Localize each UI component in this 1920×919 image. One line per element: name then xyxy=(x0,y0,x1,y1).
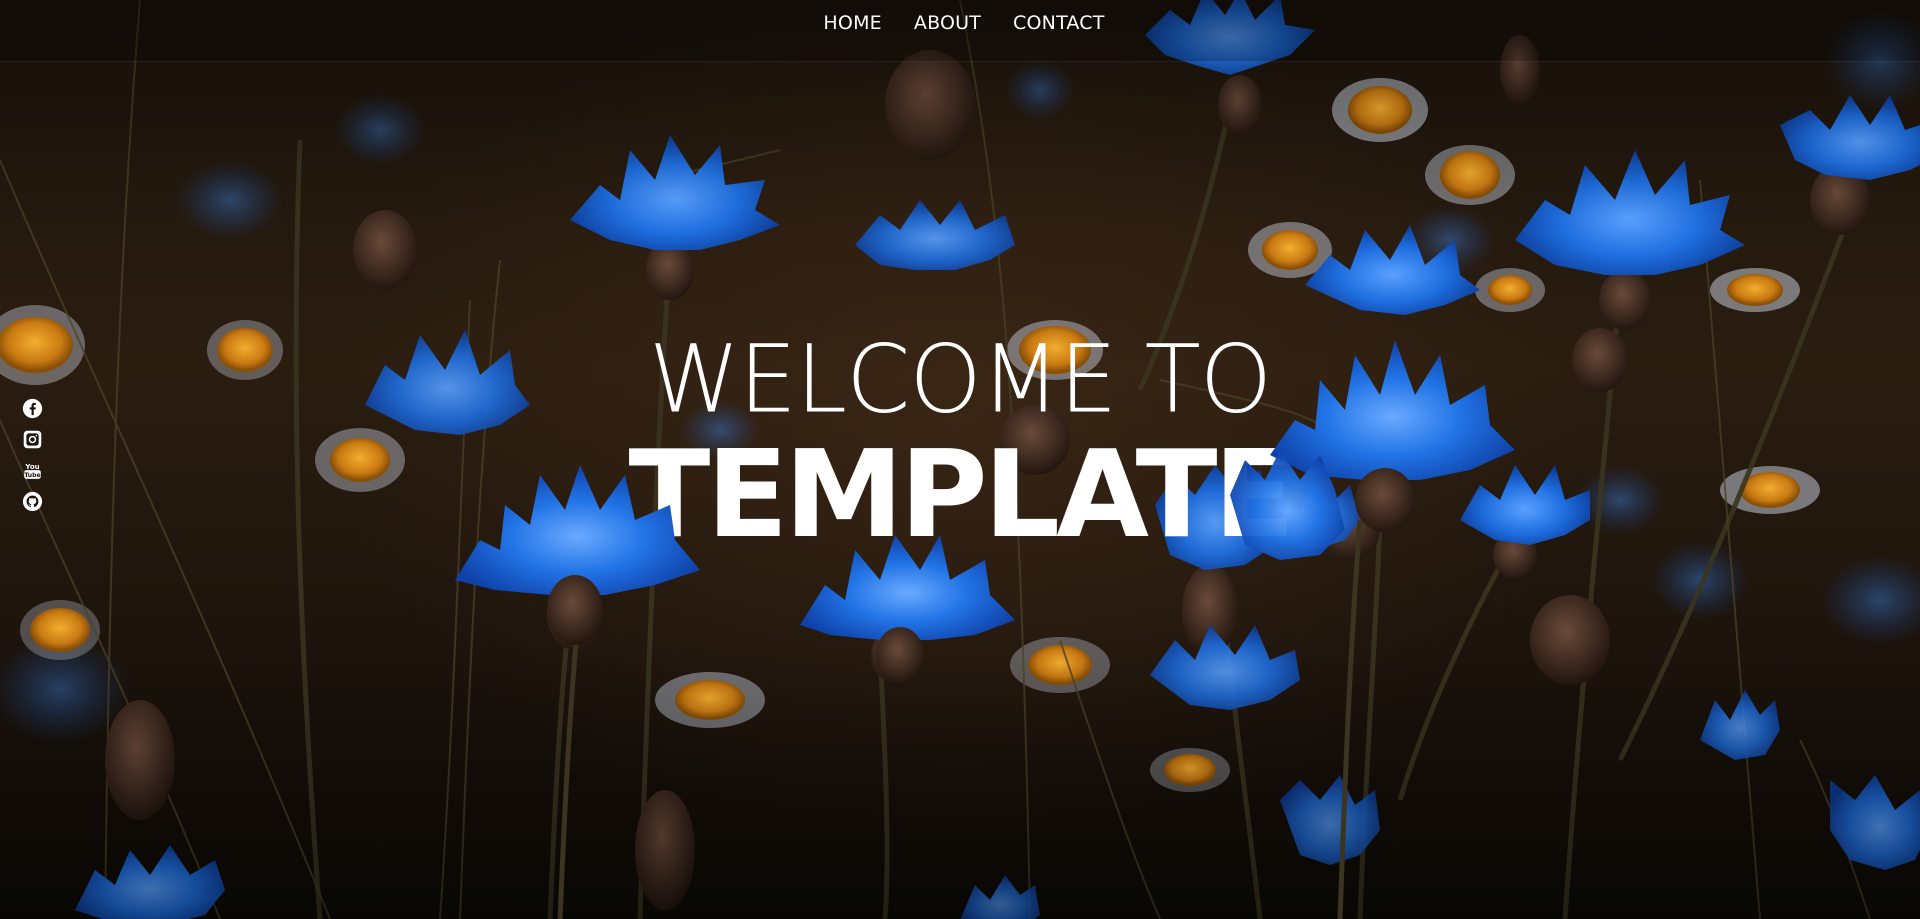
headline-template: TEMPLATE xyxy=(628,426,1295,565)
headline-welcome: WELCOME TO xyxy=(648,324,1272,435)
github-icon[interactable] xyxy=(22,491,43,512)
nav-contact-link[interactable]: CONTACT xyxy=(1013,12,1105,34)
instagram-icon[interactable] xyxy=(22,429,43,450)
facebook-icon[interactable] xyxy=(22,398,43,419)
nav-about-link[interactable]: ABOUT xyxy=(914,12,981,34)
svg-text:Tube: Tube xyxy=(24,472,40,479)
nav-home-link[interactable]: HOME xyxy=(823,12,881,34)
youtube-icon[interactable]: You Tube xyxy=(22,460,43,481)
top-navbar: HOME ABOUT CONTACT xyxy=(0,0,1920,62)
social-links: You Tube xyxy=(20,398,44,512)
hero-headline: WELCOME TO TEMPLATE xyxy=(0,324,1920,565)
svg-text:You: You xyxy=(24,463,39,471)
hero-section: WELCOME TO TEMPLATE HOME ABOUT CONTACT Y… xyxy=(0,0,1920,919)
